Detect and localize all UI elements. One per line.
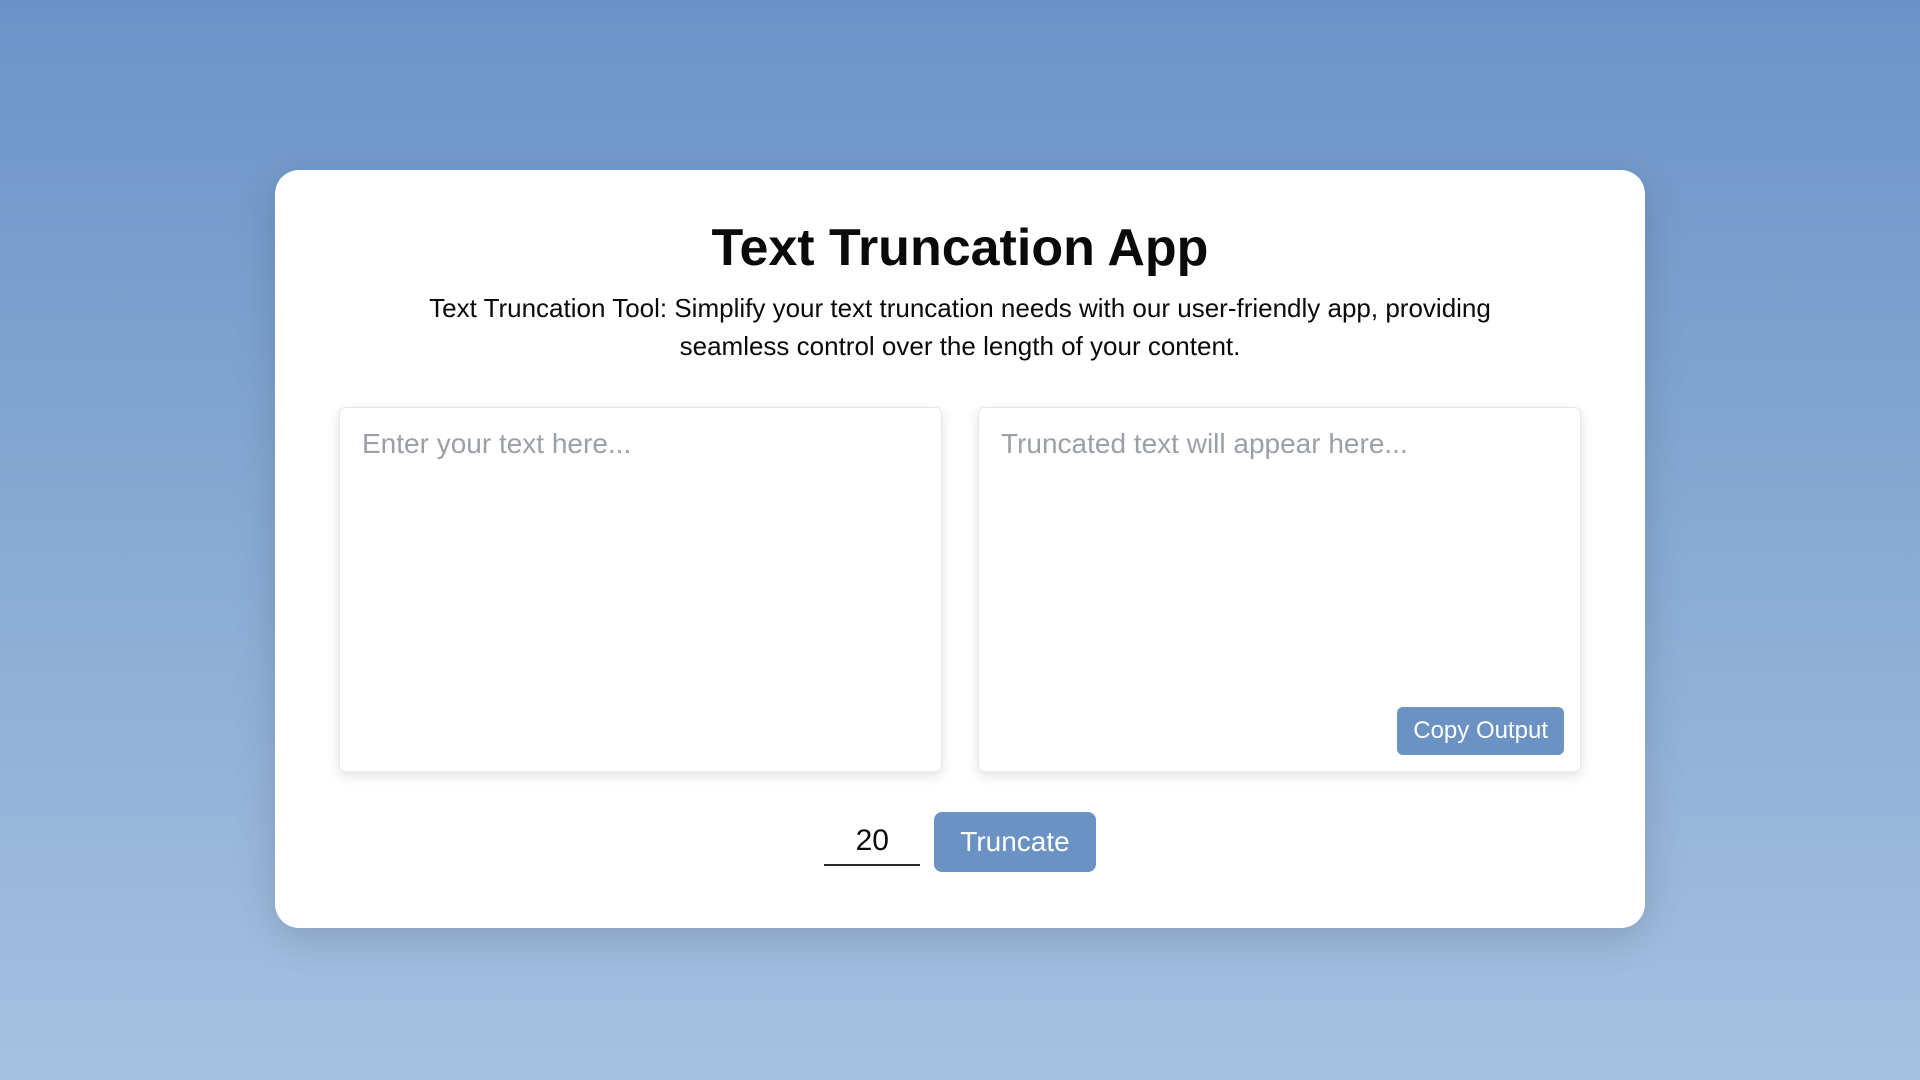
input-textarea[interactable]	[362, 428, 919, 751]
copy-output-button[interactable]: Copy Output	[1397, 707, 1564, 755]
truncate-button[interactable]: Truncate	[934, 812, 1095, 872]
app-title: Text Truncation App	[339, 218, 1581, 278]
input-panel	[339, 407, 942, 772]
output-panel: Truncated text will appear here... Copy …	[978, 407, 1581, 772]
panels-row: Truncated text will appear here... Copy …	[339, 407, 1581, 772]
output-placeholder: Truncated text will appear here...	[1001, 428, 1558, 460]
app-description: Text Truncation Tool: Simplify your text…	[339, 290, 1581, 365]
controls-row: Truncate	[339, 812, 1581, 872]
app-card: Text Truncation App Text Truncation Tool…	[275, 170, 1645, 928]
length-input[interactable]	[824, 818, 920, 866]
